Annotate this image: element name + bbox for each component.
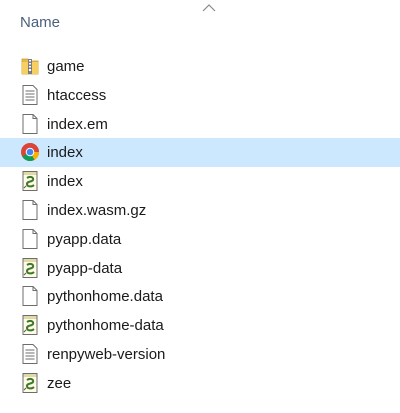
chrome-html-icon bbox=[21, 143, 39, 162]
file-row[interactable]: pythonhome.data bbox=[0, 282, 400, 311]
python-script-icon bbox=[22, 257, 38, 278]
file-row[interactable]: htaccess bbox=[0, 81, 400, 110]
sort-ascending-icon[interactable] bbox=[202, 3, 216, 13]
file-row[interactable]: pythonhome-data bbox=[0, 311, 400, 340]
python-script-icon bbox=[22, 315, 38, 336]
file-row-selected[interactable]: index bbox=[0, 138, 400, 168]
name-column-header[interactable]: Name bbox=[20, 14, 60, 31]
column-header: Name bbox=[0, 0, 400, 48]
blank-file-icon bbox=[22, 113, 38, 134]
text-file-icon bbox=[22, 84, 38, 105]
blank-file-icon bbox=[22, 286, 38, 307]
text-file-icon bbox=[22, 343, 38, 364]
zip-folder-icon bbox=[21, 58, 39, 75]
file-name: renpyweb-version bbox=[47, 345, 166, 363]
blank-file-icon bbox=[22, 228, 38, 249]
file-name: htaccess bbox=[47, 86, 107, 104]
blank-file-icon bbox=[22, 199, 38, 220]
file-row[interactable]: zee bbox=[0, 369, 400, 398]
file-name: index bbox=[47, 173, 83, 191]
file-list: game htaccess index.em index index index… bbox=[0, 52, 400, 398]
file-name: index bbox=[47, 144, 83, 162]
file-name: index.em bbox=[47, 115, 108, 133]
file-row[interactable]: pyapp-data bbox=[0, 254, 400, 283]
file-name: game bbox=[47, 58, 85, 75]
file-row[interactable]: game bbox=[0, 52, 400, 81]
file-row[interactable]: pyapp.data bbox=[0, 225, 400, 254]
file-row[interactable]: renpyweb-version bbox=[0, 340, 400, 369]
file-name: pythonhome-data bbox=[47, 317, 164, 335]
file-row[interactable]: index.wasm.gz bbox=[0, 196, 400, 225]
file-name: index.wasm.gz bbox=[47, 201, 147, 219]
file-name: pyapp-data bbox=[47, 259, 123, 277]
file-name: pythonhome.data bbox=[47, 288, 163, 306]
file-row[interactable]: index bbox=[0, 167, 400, 196]
python-script-icon bbox=[22, 171, 38, 192]
file-name: pyapp.data bbox=[47, 230, 122, 248]
file-name: zee bbox=[47, 374, 72, 392]
python-script-icon bbox=[22, 372, 38, 393]
file-row[interactable]: index.em bbox=[0, 110, 400, 139]
